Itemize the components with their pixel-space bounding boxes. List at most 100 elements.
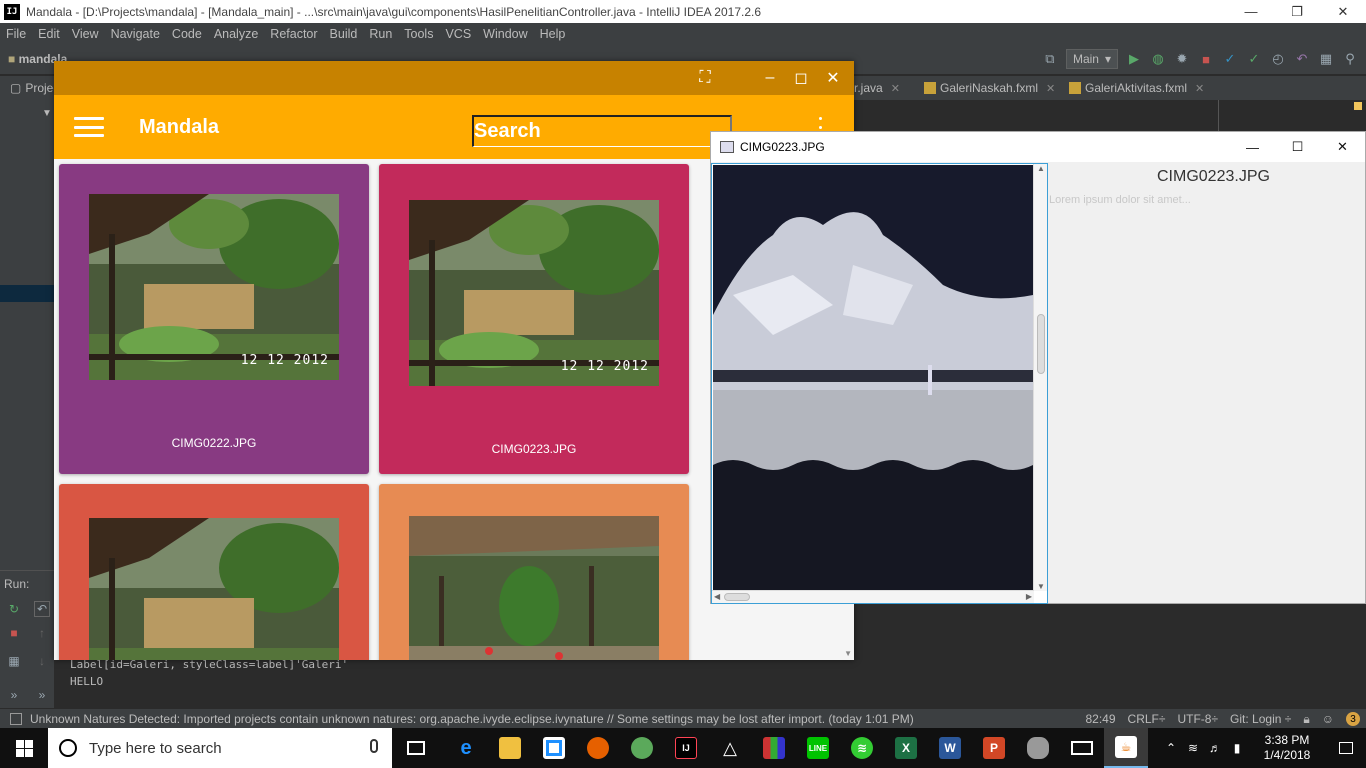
tab-galeri-naskah[interactable]: GaleriNaskah.fxml ✕ bbox=[918, 76, 1061, 100]
close-button[interactable]: ✕ bbox=[1320, 0, 1366, 23]
project-structure-icon[interactable]: ▦ bbox=[1318, 51, 1334, 67]
taskbar-app-store[interactable] bbox=[532, 728, 576, 768]
hamburger-menu-icon[interactable] bbox=[74, 117, 104, 137]
menu-window[interactable]: Window bbox=[477, 27, 533, 41]
vertical-scrollbar[interactable]: ▲ ▼ bbox=[1033, 164, 1047, 591]
fullscreen-icon[interactable]: ⛶ bbox=[695, 68, 715, 88]
search-everywhere-icon[interactable]: ⚲ bbox=[1342, 51, 1358, 67]
selected-tree-row[interactable] bbox=[0, 285, 54, 302]
gallery-photo[interactable]: 12 12 2012 bbox=[409, 200, 659, 386]
file-encoding[interactable]: UTF-8÷ bbox=[1177, 712, 1218, 727]
taskbar-app-mail[interactable] bbox=[1060, 728, 1104, 768]
minimize-button[interactable]: — bbox=[1228, 0, 1274, 23]
scroll-right-arrow-icon[interactable]: ▶ bbox=[1026, 592, 1032, 601]
maximize-button[interactable]: ☐ bbox=[1275, 132, 1320, 162]
image-scroll-pane[interactable]: ▲ ▼ ◀ ▶ bbox=[711, 163, 1048, 604]
tab-galeri-aktivitas[interactable]: GaleriAktivitas.fxml ✕ bbox=[1063, 76, 1210, 100]
git-branch[interactable]: Git: Login ÷ bbox=[1230, 712, 1291, 727]
menu-navigate[interactable]: Navigate bbox=[105, 27, 166, 41]
taskbar-app-database[interactable] bbox=[1016, 728, 1060, 768]
horizontal-scrollbar[interactable]: ◀ ▶ bbox=[712, 590, 1034, 603]
menu-analyze[interactable]: Analyze bbox=[208, 27, 264, 41]
menu-tools[interactable]: Tools bbox=[398, 27, 439, 41]
close-button[interactable]: ✕ bbox=[823, 68, 843, 88]
taskbar-app-excel[interactable]: X bbox=[884, 728, 928, 768]
rerun-icon[interactable]: ↻ bbox=[6, 601, 22, 617]
scroll-down-arrow-icon[interactable]: ▼ bbox=[1037, 582, 1045, 591]
close-tab-icon[interactable]: ✕ bbox=[1046, 82, 1055, 95]
network-icon[interactable]: ≋ bbox=[1182, 741, 1204, 755]
menu-vcs[interactable]: VCS bbox=[439, 27, 477, 41]
start-button[interactable] bbox=[0, 728, 48, 768]
close-tab-icon[interactable]: ✕ bbox=[1195, 82, 1204, 95]
taskbar-app-unity[interactable]: △ bbox=[708, 728, 752, 768]
up-arrow-icon[interactable]: ↑ bbox=[34, 625, 50, 641]
caret-position[interactable]: 82:49 bbox=[1086, 712, 1116, 727]
scroll-left-arrow-icon[interactable]: ◀ bbox=[714, 592, 720, 601]
more-icon[interactable]: » bbox=[6, 687, 22, 703]
menu-edit[interactable]: Edit bbox=[32, 27, 66, 41]
viewer-titlebar[interactable]: CIMG0223.JPG — ☐ ✕ bbox=[711, 132, 1365, 162]
hector-icon[interactable]: ☺ bbox=[1322, 712, 1334, 727]
gallery-photo[interactable] bbox=[409, 516, 659, 660]
close-button[interactable]: ✕ bbox=[1320, 132, 1365, 162]
menu-run[interactable]: Run bbox=[363, 27, 398, 41]
down-arrow-icon[interactable]: ↓ bbox=[34, 653, 50, 669]
menu-help[interactable]: Help bbox=[534, 27, 572, 41]
gallery-photo[interactable] bbox=[89, 518, 339, 660]
maximize-button[interactable]: ◻ bbox=[791, 68, 811, 88]
volume-icon[interactable]: ♬ bbox=[1204, 741, 1226, 755]
event-log-badge[interactable]: 3 bbox=[1346, 712, 1360, 726]
scroll-down-arrow-icon[interactable]: ▼ bbox=[844, 649, 852, 658]
line-separator[interactable]: CRLF÷ bbox=[1128, 712, 1166, 727]
scroll-up-arrow-icon[interactable]: ▲ bbox=[1037, 164, 1045, 173]
clock[interactable]: 3:38 PM 1/4/2018 bbox=[1248, 733, 1326, 763]
search-input[interactable] bbox=[472, 115, 732, 147]
menu-refactor[interactable]: Refactor bbox=[264, 27, 323, 41]
taskbar-app-explorer[interactable] bbox=[488, 728, 532, 768]
minimize-button[interactable]: — bbox=[1230, 132, 1275, 162]
scrollbar-thumb[interactable] bbox=[1037, 314, 1045, 374]
gallery-card[interactable]: 12 12 2012 CIMG0222.JPG bbox=[59, 164, 369, 474]
run-configuration-select[interactable]: Main ▾ bbox=[1065, 49, 1118, 69]
revert-icon[interactable]: ↶ bbox=[1294, 51, 1310, 67]
run-icon[interactable]: ▶ bbox=[1126, 51, 1142, 67]
taskbar-app-android-studio[interactable] bbox=[620, 728, 664, 768]
taskbar-app-edge[interactable]: e bbox=[444, 728, 488, 768]
taskbar-app-intellij[interactable]: IJ bbox=[664, 728, 708, 768]
task-view-button[interactable] bbox=[394, 728, 438, 768]
stop-icon[interactable]: ■ bbox=[6, 625, 22, 641]
microphone-icon[interactable] bbox=[370, 739, 378, 753]
status-message[interactable]: Unknown Natures Detected: Imported proje… bbox=[30, 712, 914, 726]
menu-file[interactable]: File bbox=[0, 27, 32, 41]
scrollbar-thumb[interactable] bbox=[724, 593, 750, 601]
soft-wraps-icon[interactable]: ↶ bbox=[34, 601, 50, 617]
taskbar-app-firefox[interactable] bbox=[576, 728, 620, 768]
gallery-card[interactable] bbox=[379, 484, 689, 660]
warning-marker-icon[interactable] bbox=[1354, 102, 1362, 110]
menu-view[interactable]: View bbox=[66, 27, 105, 41]
gallery-card[interactable]: 12 12 2012 CIMG0223.JPG bbox=[379, 164, 689, 474]
mandala-titlebar[interactable]: ⛶ – ◻ ✕ bbox=[54, 61, 854, 95]
gallery-photo[interactable]: 12 12 2012 bbox=[89, 194, 339, 380]
taskbar-app-wifi[interactable]: ≋ bbox=[840, 728, 884, 768]
lock-icon[interactable]: 🔒︎ bbox=[1303, 712, 1309, 727]
taskbar-app-powerpoint[interactable]: P bbox=[972, 728, 1016, 768]
vcs-history-icon[interactable]: ◴ bbox=[1270, 51, 1286, 67]
vcs-commit-icon[interactable]: ✓ bbox=[1246, 51, 1262, 67]
debug-icon[interactable]: ◍ bbox=[1150, 51, 1166, 67]
layout-icon[interactable]: ▦ bbox=[6, 653, 22, 669]
minimize-button[interactable]: – bbox=[760, 68, 780, 88]
close-tab-icon[interactable]: ✕ bbox=[891, 82, 900, 95]
taskbar-search[interactable]: Type here to search bbox=[48, 728, 392, 768]
taskbar-app-word[interactable]: W bbox=[928, 728, 972, 768]
battery-icon[interactable]: ▮ bbox=[1226, 741, 1248, 755]
taskbar-app-winrar[interactable] bbox=[752, 728, 796, 768]
vcs-update-icon[interactable]: ✓ bbox=[1222, 51, 1238, 67]
collapse-arrow-icon[interactable]: ▼ bbox=[42, 108, 52, 119]
menu-code[interactable]: Code bbox=[166, 27, 208, 41]
show-hidden-icons-icon[interactable]: ⌃ bbox=[1160, 741, 1182, 755]
build-icon[interactable]: ⧉ bbox=[1042, 51, 1058, 67]
menu-build[interactable]: Build bbox=[324, 27, 364, 41]
taskbar-app-line[interactable]: LINE bbox=[796, 728, 840, 768]
